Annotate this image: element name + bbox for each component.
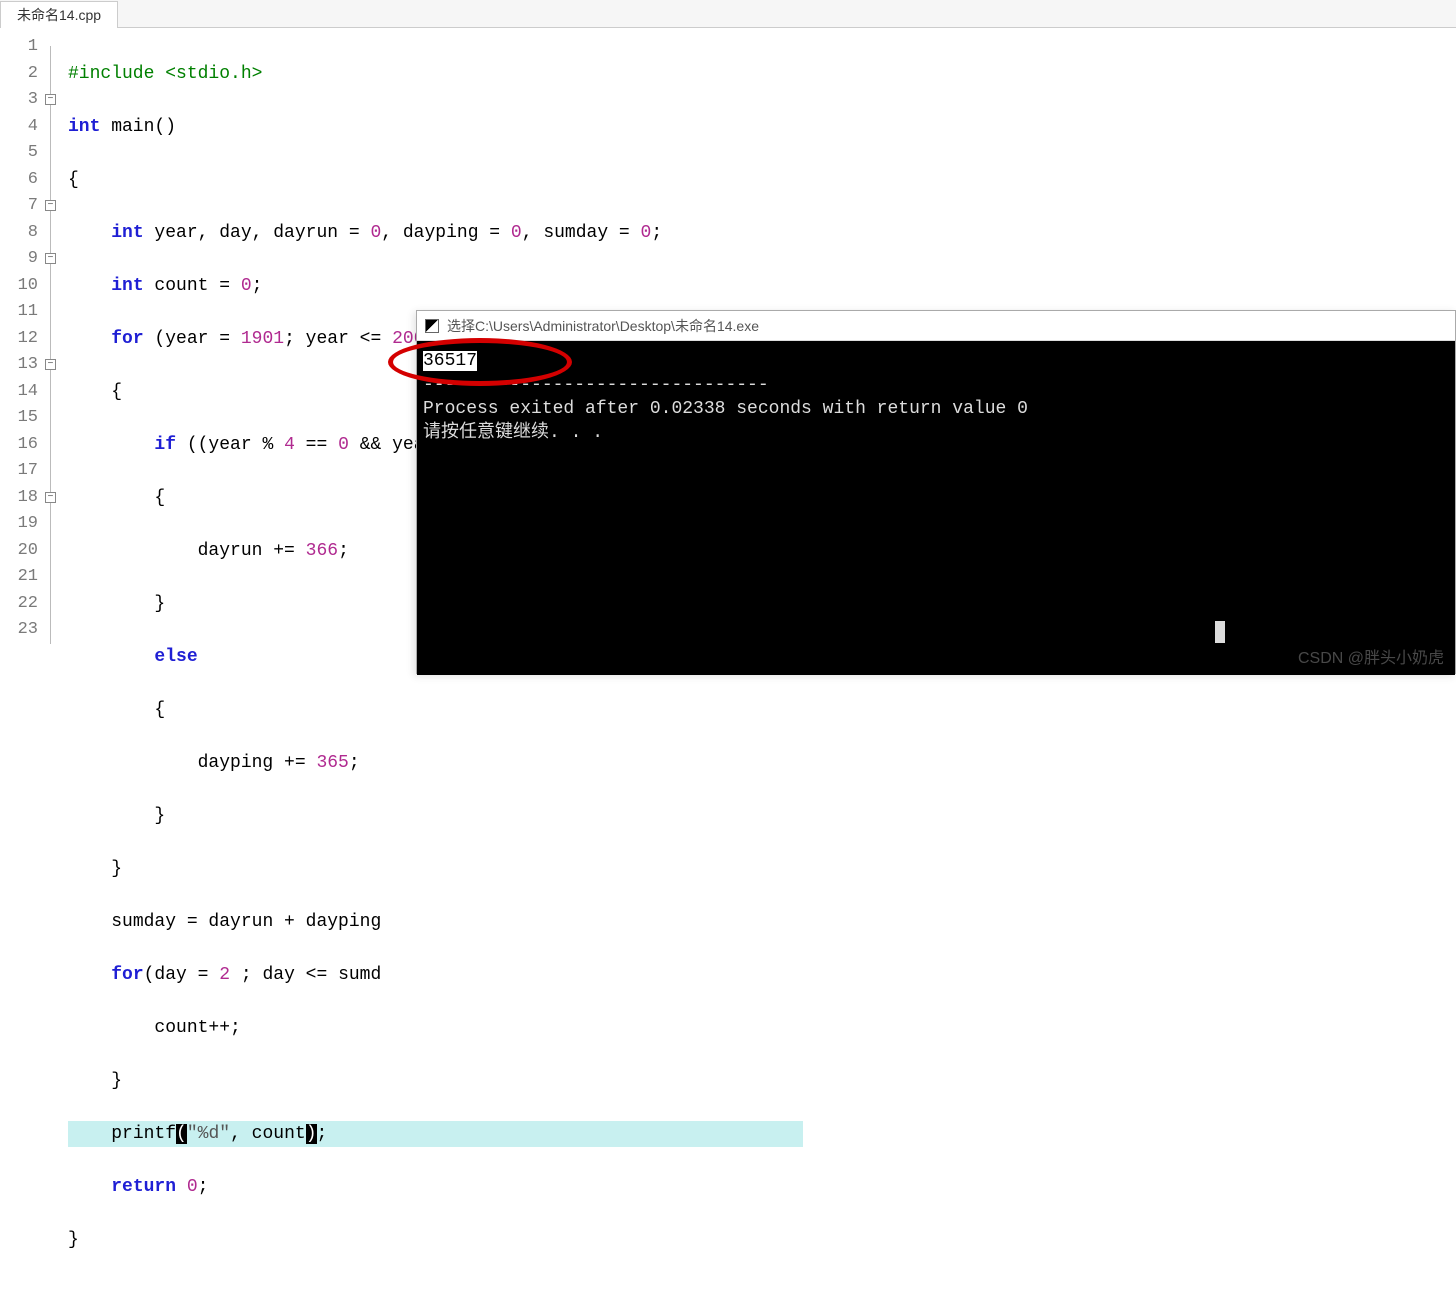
fold-toggle-icon[interactable]: −: [45, 359, 56, 370]
console-output[interactable]: 36517 -------------------------------- P…: [417, 341, 1455, 675]
console-process-line: Process exited after 0.02338 seconds wit…: [423, 399, 1028, 419]
console-titlebar[interactable]: 选择 C:\Users\Administrator\Desktop\未命名14.…: [417, 311, 1455, 341]
fold-toggle-icon[interactable]: −: [45, 94, 56, 105]
line-number-gutter: 123 456 789 101112 131415 161718 192021 …: [0, 28, 44, 668]
console-cursor: [1215, 621, 1225, 643]
console-window[interactable]: 选择 C:\Users\Administrator\Desktop\未命名14.…: [416, 310, 1456, 674]
fold-toggle-icon[interactable]: −: [45, 492, 56, 503]
annotation-ellipse: [388, 338, 572, 386]
console-prompt-line: 请按任意键继续. . .: [423, 423, 603, 443]
fold-toggle-icon[interactable]: −: [45, 253, 56, 264]
tab-file[interactable]: 未命名14.cpp: [0, 1, 118, 28]
watermark-text: CSDN @胖头小奶虎: [1298, 644, 1444, 668]
tab-bar: 未命名14.cpp: [0, 0, 1456, 28]
console-title-prefix: 选择: [447, 316, 475, 336]
console-title-path: C:\Users\Administrator\Desktop\未命名14.exe: [475, 316, 759, 336]
fold-toggle-icon[interactable]: −: [45, 200, 56, 211]
fold-column: − − − − −: [44, 28, 62, 668]
console-icon: [425, 319, 439, 333]
